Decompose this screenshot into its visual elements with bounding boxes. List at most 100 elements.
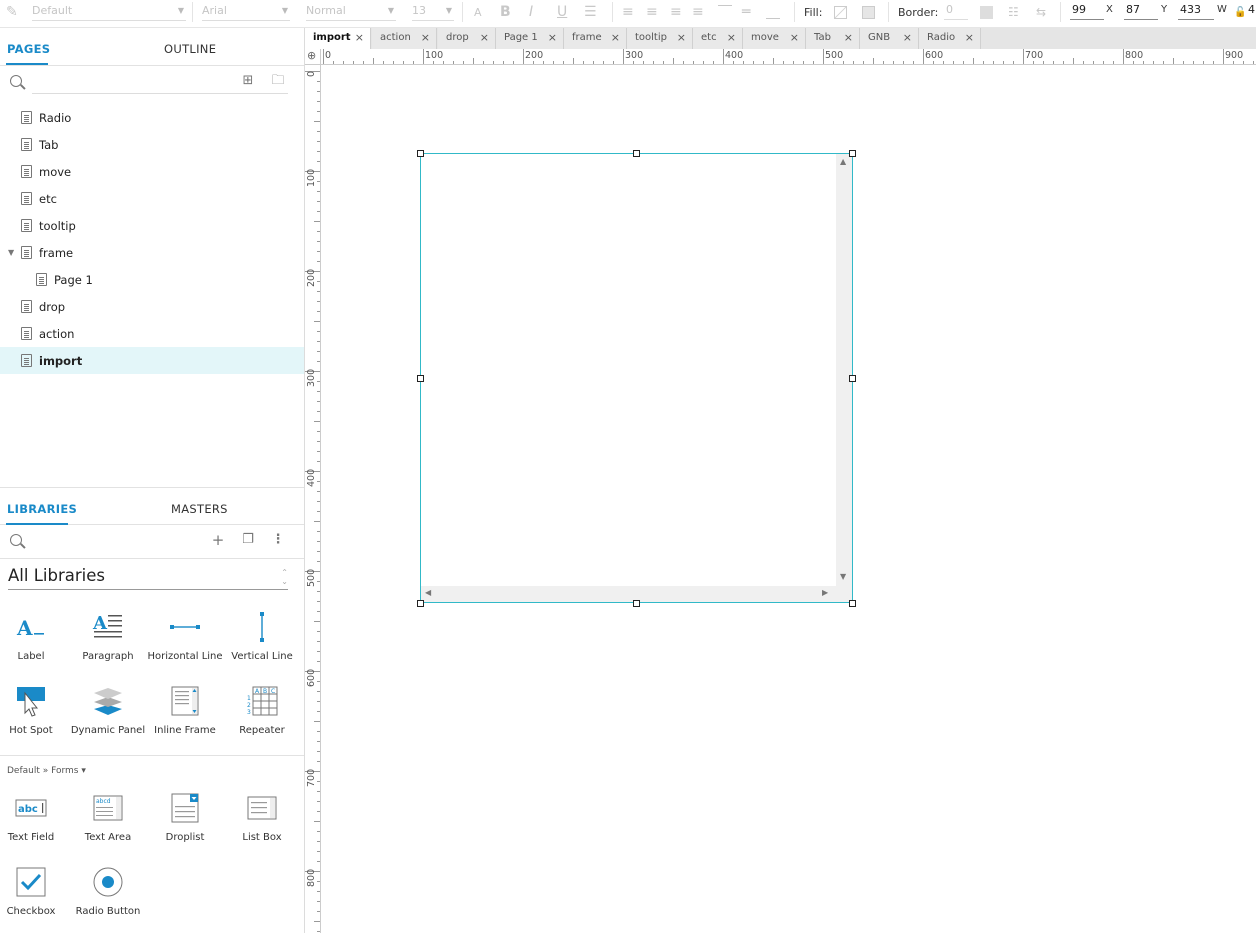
resize-handle-ne[interactable] <box>849 150 856 157</box>
library-breadcrumb[interactable]: Default » Forms ▾ <box>7 766 86 776</box>
close-icon[interactable]: × <box>727 28 736 48</box>
vertical-scrollbar[interactable]: ▲ ▼ <box>836 154 852 587</box>
design-canvas[interactable]: ▲ ▼ ◀ ▶ <box>321 65 1256 933</box>
fill-gradient-swatch[interactable] <box>862 0 875 24</box>
font-select[interactable]: Arial ▼ <box>202 1 290 21</box>
library-select[interactable]: All Libraries ⌃ ⌄ <box>8 566 288 590</box>
widget-dynamic-panel[interactable]: Dynamic Panel <box>68 685 148 745</box>
text-color-icon[interactable]: A <box>474 0 482 24</box>
align-top-icon[interactable]: ⎺ <box>718 0 732 24</box>
resize-handle-nw[interactable] <box>417 150 424 157</box>
x-input[interactable]: 99 <box>1070 2 1104 20</box>
close-icon[interactable]: × <box>480 28 489 48</box>
bold-icon[interactable]: B <box>500 0 511 24</box>
align-left-icon[interactable]: ≡ <box>622 0 634 24</box>
tab-etc[interactable]: etc × <box>693 28 743 49</box>
align-bottom-icon[interactable]: ⎽ <box>766 0 780 24</box>
font-size-select[interactable]: 13 ▼ <box>412 1 454 21</box>
style-select[interactable]: Default ▼ <box>32 1 186 21</box>
close-icon[interactable]: × <box>903 28 912 48</box>
widget-list-box[interactable]: List Box <box>222 792 302 852</box>
widget-vertical-line[interactable]: Vertical Line <box>222 611 302 671</box>
duplicate-icon[interactable]: ❐ <box>240 532 256 548</box>
page-item-tab[interactable]: Tab <box>0 131 304 158</box>
border-color-swatch[interactable] <box>980 0 993 24</box>
style-painter-icon[interactable]: ✎ <box>6 0 18 24</box>
page-item-radio[interactable]: Radio <box>0 104 304 131</box>
resize-handle-se[interactable] <box>849 600 856 607</box>
align-right-icon[interactable]: ≡ <box>670 0 682 24</box>
resize-handle-s[interactable] <box>633 600 640 607</box>
page-item-page-1[interactable]: Page 1 <box>0 266 304 293</box>
close-icon[interactable]: × <box>965 28 974 48</box>
close-icon[interactable]: × <box>611 28 620 48</box>
page-item-etc[interactable]: etc <box>0 185 304 212</box>
add-page-icon[interactable]: ⊞ <box>240 73 256 89</box>
underline-icon[interactable]: U <box>557 0 567 24</box>
ruler-origin[interactable]: ⊕ <box>305 49 321 65</box>
border-width-input[interactable]: 0 <box>944 2 968 20</box>
italic-icon[interactable]: I <box>529 0 533 24</box>
close-icon[interactable]: × <box>421 28 430 48</box>
search-icon[interactable] <box>10 534 22 546</box>
align-middle-icon[interactable]: ═ <box>742 0 750 24</box>
border-style-icon[interactable]: ☷ <box>1008 0 1019 24</box>
widget-paragraph[interactable]: A Paragraph <box>68 611 148 671</box>
tab-move[interactable]: move × <box>743 28 806 49</box>
tab-action[interactable]: action × <box>372 28 437 49</box>
expand-triangle-icon[interactable]: ▼ <box>8 248 14 257</box>
tab-drop[interactable]: drop × <box>438 28 496 49</box>
tab-radio[interactable]: Radio × <box>919 28 981 49</box>
vertical-ruler[interactable]: 0 100 200 300 400 500 600 700 800 <box>305 65 321 933</box>
scroll-down-icon[interactable]: ▼ <box>840 572 846 581</box>
y-input[interactable]: 87 <box>1124 2 1158 20</box>
bullet-list-icon[interactable]: ☰ <box>584 0 597 24</box>
tab-tab[interactable]: Tab × <box>806 28 860 49</box>
close-icon[interactable]: × <box>844 28 853 48</box>
tab-page-1[interactable]: Page 1 × <box>496 28 564 49</box>
scroll-left-icon[interactable]: ◀ <box>425 588 431 597</box>
resize-handle-sw[interactable] <box>417 600 424 607</box>
page-item-import[interactable]: import <box>0 347 304 374</box>
align-justify-icon[interactable]: ≡ <box>692 0 704 24</box>
widget-text-field[interactable]: abc Text Field <box>0 792 71 852</box>
widget-checkbox[interactable]: Checkbox <box>0 866 71 926</box>
page-item-action[interactable]: action <box>0 320 304 347</box>
resize-handle-n[interactable] <box>633 150 640 157</box>
widget-inline-frame[interactable]: Inline Frame <box>145 685 225 745</box>
tab-outline[interactable]: OUTLINE <box>164 42 216 56</box>
align-center-icon[interactable]: ≡ <box>646 0 658 24</box>
tab-gnb[interactable]: GNB × <box>860 28 919 49</box>
lock-icon[interactable]: 🔓 <box>1234 0 1246 24</box>
scroll-right-icon[interactable]: ▶ <box>822 588 828 597</box>
resize-handle-e[interactable] <box>849 375 856 382</box>
resize-handle-w[interactable] <box>417 375 424 382</box>
page-item-drop[interactable]: drop <box>0 293 304 320</box>
tab-pages[interactable]: PAGES <box>7 42 50 56</box>
font-weight-select[interactable]: Normal ▼ <box>306 1 396 21</box>
close-icon[interactable]: × <box>677 28 686 48</box>
page-item-move[interactable]: move <box>0 158 304 185</box>
more-vertical-icon[interactable]: ⋮ <box>270 532 286 548</box>
inline-frame-widget[interactable]: ▲ ▼ ◀ ▶ <box>420 153 853 603</box>
height-input[interactable]: 4 <box>1246 2 1256 20</box>
page-item-frame[interactable]: ▼ frame <box>0 239 304 266</box>
widget-hot-spot[interactable]: Hot Spot <box>0 685 71 745</box>
search-icon[interactable] <box>10 75 22 87</box>
tab-frame[interactable]: frame × <box>564 28 627 49</box>
close-icon[interactable]: × <box>355 28 364 48</box>
folder-icon[interactable]: 🗀 <box>270 73 286 89</box>
page-item-tooltip[interactable]: tooltip <box>0 212 304 239</box>
widget-label[interactable]: A Label <box>0 611 71 671</box>
fill-color-swatch[interactable] <box>834 0 847 24</box>
width-input[interactable]: 433 <box>1178 2 1214 20</box>
tab-tooltip[interactable]: tooltip × <box>627 28 693 49</box>
widget-radio-button[interactable]: Radio Button <box>68 866 148 926</box>
plus-icon[interactable]: + <box>210 532 226 548</box>
widget-text-area[interactable]: abcd Text Area <box>68 792 148 852</box>
scroll-up-icon[interactable]: ▲ <box>840 157 846 166</box>
widget-horizontal-line[interactable]: Horizontal Line <box>145 611 225 671</box>
arrow-style-icon[interactable]: ⇆ <box>1036 0 1046 24</box>
close-icon[interactable]: × <box>548 28 557 48</box>
horizontal-ruler[interactable]: 0 100 200 300 400 500 600 700 800 900 <box>321 49 1256 65</box>
